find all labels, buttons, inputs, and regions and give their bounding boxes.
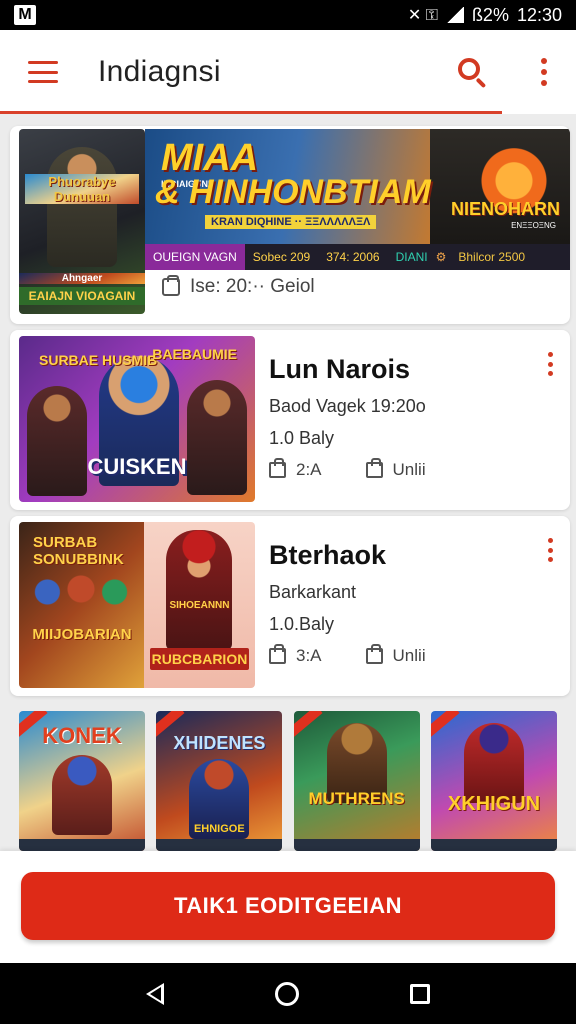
featured-card[interactable]: Phuorabye Dunuuan Ahngaer EAIAJN VIOAGAI… [10, 126, 570, 324]
banner-right-subtitle: ENΞΞOΞNG [511, 221, 556, 230]
back-icon[interactable] [145, 982, 164, 1005]
banner-title-secondary: & HINHONBTIAM [155, 173, 431, 211]
tile-title: XKHIGUN [447, 793, 541, 815]
bookmark-icon[interactable] [162, 275, 180, 296]
thumbnail-text: SIHOEANNN [169, 600, 230, 611]
thumbs-up-icon [269, 458, 286, 478]
thumbnail-left: SURBAB SONUBBINK MIIJOBARIAN [19, 522, 144, 688]
stat-item: 374: 2006 [326, 250, 380, 264]
featured-stats-bar: OUEIGN VAGN Sobec 209 374: 2006 DIANI ⚙ … [145, 244, 570, 270]
list-item-subtitle: Barkarkant [269, 582, 357, 602]
status-icons: ✕ ⚿ [407, 7, 438, 24]
more-vert-icon[interactable] [548, 352, 554, 376]
game-tile[interactable]: KONEK [19, 711, 145, 851]
featured-meta-text: Ise: 20:·· Geiol [190, 276, 315, 297]
thumbnail-character [166, 530, 232, 650]
list-item-count: 1.0.Baly [269, 614, 335, 634]
list-item-subtitle: Baod Vagek 19:20o [269, 396, 426, 416]
comment-icon [365, 644, 383, 664]
menu-icon[interactable] [28, 61, 58, 83]
comment-icon [365, 458, 383, 478]
list-item[interactable]: SURBAB SONUBBINK MIIJOBARIAN SIHOEANNN R… [10, 516, 570, 696]
thumbnail-badge: RUBCBARION [150, 648, 249, 670]
game-tile[interactable]: XHIDENES EHNIGOE [156, 711, 283, 851]
like-count: 2:A [296, 460, 322, 479]
featured-poster[interactable]: Phuorabye Dunuuan Ahngaer EAIAJN VIOAGAI… [19, 129, 145, 314]
status-indicators: ✕ ⚿ ß2% 12:30 [408, 5, 562, 26]
thumbnail-text: MIIJOBARIAN [32, 626, 132, 643]
ribbon-badge [293, 711, 323, 739]
tile-character [52, 755, 112, 835]
game-grid: KONEK XHIDENES EHNIGOE MUTHRENS XKHIGUN [19, 711, 557, 851]
tab-indicator [0, 111, 502, 114]
poster-caption: Ahngaer [19, 273, 145, 284]
comment-label: Unlii [392, 460, 426, 479]
list-item-count: 1.0 Baly [269, 428, 335, 448]
thumbnail-right: SIHOEANNN RUBCBARION [144, 522, 255, 688]
more-vert-icon[interactable] [548, 538, 554, 562]
game-tile[interactable]: XKHIGUN [430, 711, 557, 851]
stat-item: Sobec 209 [252, 250, 311, 264]
app-notification-icon: M [14, 5, 36, 25]
tile-footer [19, 839, 145, 851]
tile-title: MUTHRENS [308, 789, 405, 808]
poster-title: Phuorabye Dunuuan [25, 174, 139, 204]
tile-footer [293, 839, 420, 851]
poster-character [47, 147, 117, 267]
battery-level: ß2% [471, 4, 509, 25]
list-item-thumbnail[interactable]: SURBAE HUSMIB BAEBAUMIE CUISKEN [19, 336, 255, 502]
app-title: Indiagnsi [98, 55, 221, 88]
stat-item: DIANI [395, 250, 428, 264]
thumbnail-text: BAEBAUMIE [152, 346, 237, 362]
clock: 12:30 [516, 4, 562, 25]
list-item-thumbnail[interactable]: SURBAB SONUBBINK MIIJOBARIAN SIHOEANNN R… [19, 522, 255, 688]
list-item-title: Lun Narois [269, 354, 411, 384]
featured-banner[interactable]: MIAA INDIAIGUNE & HINHONBTIAM KRAN DIQHI… [145, 129, 570, 244]
comment-button[interactable]: Unlii [365, 644, 426, 666]
app-bar: Indiagnsi [0, 30, 576, 114]
list-item-title: Bterhaok [269, 540, 387, 570]
tile-title: KONEK [42, 723, 122, 748]
poster-badge: EAIAJN VIOAGAIN [19, 287, 145, 305]
stat-item: OUEIGN VAGN [145, 244, 245, 270]
thumbnail-characters [25, 568, 137, 628]
comment-button[interactable]: Unlii [365, 458, 426, 480]
stat-item: Bhilcor 2500 [458, 250, 526, 264]
list-item-actions: 3:A Unlii [269, 644, 426, 666]
tile-title: XHIDENES [173, 733, 266, 753]
thumbnail-text: SURBAB SONUBBINK [33, 534, 124, 568]
banner-strip: KRAN DIQHINE ·· ΞΞΛΛΛΛΛΞΛ [205, 215, 377, 229]
home-icon[interactable] [274, 981, 299, 1006]
tile-character [463, 723, 524, 803]
game-tile[interactable]: MUTHRENS [293, 711, 420, 851]
like-count: 3:A [296, 646, 322, 665]
tile-footer [430, 839, 557, 851]
tile-footer [156, 839, 283, 851]
tile-subtitle: EHNIGOE [193, 823, 245, 835]
thumbs-up-icon [269, 644, 286, 664]
like-button[interactable]: 2:A [269, 458, 322, 480]
more-vert-icon[interactable] [540, 58, 548, 86]
banner-right-title: NIENOHARN [450, 199, 560, 219]
comment-label: Unlii [392, 646, 426, 665]
system-nav-bar [0, 963, 576, 1024]
thumbnail-text: SURBAE HUSMIB [39, 352, 158, 368]
recents-icon[interactable] [410, 983, 431, 1004]
like-button[interactable]: 3:A [269, 644, 322, 666]
list-item-actions: 2:A Unlii [269, 458, 426, 480]
ribbon-badge [430, 711, 460, 739]
status-bar: M ✕ ⚿ ß2% 12:30 [0, 0, 576, 30]
primary-cta-button[interactable]: TAIK1 EODITGEEIAN [21, 872, 555, 940]
thumbnail-logo: CUISKEN [87, 454, 187, 479]
gear-icon: ⚙ [435, 250, 447, 264]
signal-icon [445, 7, 464, 23]
search-icon[interactable] [456, 56, 488, 89]
cta-container: TAIK1 EODITGEEIAN [0, 851, 576, 963]
featured-meta: Ise: 20:·· Geiol [162, 275, 315, 298]
list-item[interactable]: SURBAE HUSMIB BAEBAUMIE CUISKEN Lun Naro… [10, 330, 570, 510]
